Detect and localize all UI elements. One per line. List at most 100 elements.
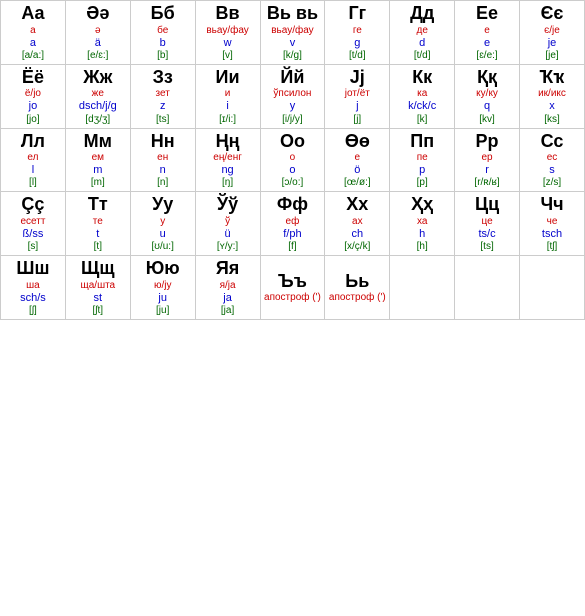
letter-main: Фф [262,194,324,216]
letter-ipa: [h] [391,241,453,253]
letter-latin: st [67,292,129,305]
cell-r3-c3: Ўў ў ü [ʏ/y:] [195,192,260,256]
cell-r2-c8: Сс ес s [z/s] [520,128,585,192]
letter-name: ўпсилон [262,88,324,100]
cell-r1-c0: Ёё ё/jo jo [jo] [1,64,66,128]
cell-r4-c1: Щщ ща/шта st [ʃt] [65,256,130,320]
letter-latin: tsch [521,228,583,241]
letter-name: де [391,25,453,37]
cell-r2-c2: Нн ен n [n] [130,128,195,192]
letter-ipa: [p] [391,177,453,189]
cell-r2-c6: Пп пе p [p] [390,128,455,192]
letter-name: вьау/фау [197,25,259,37]
letter-name: ку/ку [456,88,518,100]
letter-ipa: [m] [67,177,129,189]
letter-name: ге [326,25,388,37]
letter-main: Ҡҡ [521,67,583,89]
letter-main: Шш [2,258,64,280]
letter-main: Лл [2,131,64,153]
cell-r3-c0: Çç есетт ß/ss [s] [1,192,66,256]
letter-main: Рр [456,131,518,153]
letter-name: ю/jу [132,280,194,292]
letter-name: же [67,88,129,100]
letter-ipa: [x/ç/k] [326,241,388,253]
cell-r4-c3: Яя я/ja ja [ja] [195,256,260,320]
letter-main: Әә [67,3,129,25]
letter-latin: ü [197,228,259,241]
letter-main: Яя [197,258,259,280]
letter-latin: ng [197,164,259,177]
letter-ipa: [e/ɛ:] [67,50,129,62]
letter-main: Өө [326,131,388,153]
letter-latin: x [521,100,583,113]
letter-ipa: [ʏ/y:] [197,241,259,253]
letter-ipa: [ʃt] [67,305,129,317]
letter-ipa: [ts] [132,114,194,126]
cell-r2-c7: Рр ер r [r/ʀ/ʁ] [455,128,520,192]
letter-latin: w [197,37,259,50]
cell-r4-c2: Юю ю/jу ju [ju] [130,256,195,320]
letter-ipa: [ju] [132,305,194,317]
letter-main: Бб [132,3,194,25]
cell-r2-c0: Лл ел l [l] [1,128,66,192]
letter-main: Ҳҳ [391,194,453,216]
cell-r0-c5: Гг ге g [t/d] [325,1,390,65]
letter-main: Єє [521,3,583,25]
letter-latin: dsch/j/g [67,100,129,113]
letter-main: Тт [67,194,129,216]
letter-ipa: [t] [67,241,129,253]
letter-name: е [456,25,518,37]
letter-ipa: [œ/ø:] [326,177,388,189]
letter-main: Çç [2,194,64,216]
letter-name: ең/енг [197,152,259,164]
letter-name: ё/jo [2,88,64,100]
letter-main: Ёё [2,67,64,89]
cell-r1-c2: Зз зет z [ts] [130,64,195,128]
cell-r2-c5: Өө е ö [œ/ø:] [325,128,390,192]
cell-r0-c2: Бб бе b [b] [130,1,195,65]
letter-main: Вь вь [262,3,324,25]
letter-ipa: [tʃ] [521,241,583,253]
letter-ipa: [je] [521,50,583,62]
letter-main: Хх [326,194,388,216]
letter-main: Жж [67,67,129,89]
letter-ipa: [ts] [456,241,518,253]
letter-name: а [2,25,64,37]
letter-main: Ўў [197,194,259,216]
letter-main: Чч [521,194,583,216]
letter-latin: p [391,164,453,177]
letter-main: Пп [391,131,453,153]
cell-r1-c8: Ҡҡ ик/икс x [ks] [520,64,585,128]
letter-main: Щщ [67,258,129,280]
cell-r1-c5: Jj jот/ёт j [j] [325,64,390,128]
letter-main: Кк [391,67,453,89]
cell-r0-c7: Ее е e [ɛ/e:] [455,1,520,65]
letter-main: Юю [132,258,194,280]
letter-latin: s [521,164,583,177]
cell-r3-c1: Тт те t [t] [65,192,130,256]
cell-r2-c4: Оо о o [ɔ/o:] [260,128,325,192]
letter-name: ша [2,280,64,292]
letter-name: ах [326,216,388,228]
letter-name: ен [132,152,194,164]
letter-name: бе [132,25,194,37]
letter-latin: z [132,100,194,113]
cell-r0-c8: Єє є/je je [je] [520,1,585,65]
cell-r2-c3: Ңң ең/енг ng [ŋ] [195,128,260,192]
letter-latin: ß/ss [2,228,64,241]
cell-r3-c4: Фф еф f/ph [f] [260,192,325,256]
cell-r3-c5: Хх ах ch [x/ç/k] [325,192,390,256]
cell-r1-c3: Ии и i [ɪ/i:] [195,64,260,128]
cell-r4-c6 [390,256,455,320]
letter-latin: k/ck/c [391,100,453,113]
letter-main: Ьь [326,271,388,293]
letter-main: Дд [391,3,453,25]
letter-name: ем [67,152,129,164]
letter-latin: ja [197,292,259,305]
letter-ipa: [b] [132,50,194,62]
letter-ipa: [z/s] [521,177,583,189]
letter-name: зет [132,88,194,100]
letter-main: Ңң [197,131,259,153]
letter-latin: je [521,37,583,50]
letter-ipa: [ɔ/o:] [262,177,324,189]
